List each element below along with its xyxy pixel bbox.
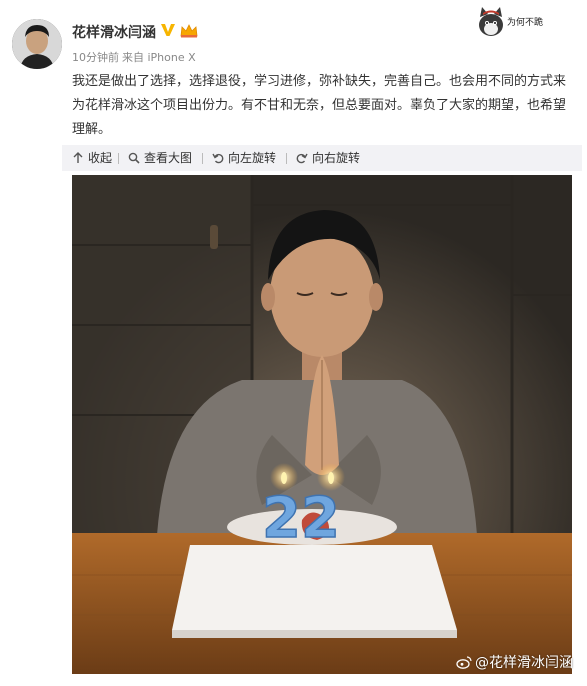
cat-sticker: 为何不跪 xyxy=(477,5,545,39)
weibo-post: 花样滑冰闫涵 10分钟前 来自 iPhone X 为何不跪 我还是做出了选择，选择… xyxy=(0,0,587,686)
birthday-photo: 22 xyxy=(72,175,572,674)
rotate-right-button[interactable]: 向右旋转 xyxy=(296,145,360,171)
view-large-button[interactable]: 查看大图 xyxy=(128,145,192,171)
toolbar-divider xyxy=(286,153,287,164)
image-toolbar: 收起 查看大图 向左旋转 向右旋转 xyxy=(62,145,582,171)
rotate-left-button[interactable]: 向左旋转 xyxy=(212,145,276,171)
collapse-button[interactable]: 收起 xyxy=(72,145,112,171)
rotate-right-label: 向右旋转 xyxy=(312,151,361,165)
avatar-image xyxy=(12,19,62,69)
post-source: 来自 iPhone X xyxy=(122,51,196,64)
arrow-up-icon xyxy=(73,152,83,163)
view-large-label: 查看大图 xyxy=(144,151,193,165)
crown-vip-icon[interactable] xyxy=(180,24,198,38)
toolbar-divider xyxy=(118,153,119,164)
weibo-logo-icon xyxy=(456,656,472,669)
rotate-right-icon xyxy=(296,153,308,164)
watermark-text: @花样滑冰闫涵 xyxy=(475,655,573,671)
post-photo[interactable]: 22 xyxy=(72,175,572,674)
post-time[interactable]: 10分钟前 xyxy=(72,51,119,64)
number-candle: 22 xyxy=(262,486,340,551)
verified-v-icon[interactable] xyxy=(160,22,176,38)
sticker-text: 为何不跪 xyxy=(507,16,543,28)
username[interactable]: 花样滑冰闫涵 xyxy=(72,22,156,42)
post-meta: 10分钟前 来自 iPhone X xyxy=(72,49,196,65)
toolbar-divider xyxy=(202,153,203,164)
rotate-left-icon xyxy=(212,153,224,164)
magnifier-icon xyxy=(128,152,140,164)
avatar[interactable] xyxy=(12,19,62,69)
collapse-label: 收起 xyxy=(88,151,113,165)
post-text: 我还是做出了选择，选择退役，学习进修，弥补缺失，完善自己。也会用不同的方式来为花… xyxy=(72,74,567,137)
weibo-watermark: @花样滑冰闫涵 xyxy=(456,652,573,672)
rotate-left-label: 向左旋转 xyxy=(228,151,277,165)
